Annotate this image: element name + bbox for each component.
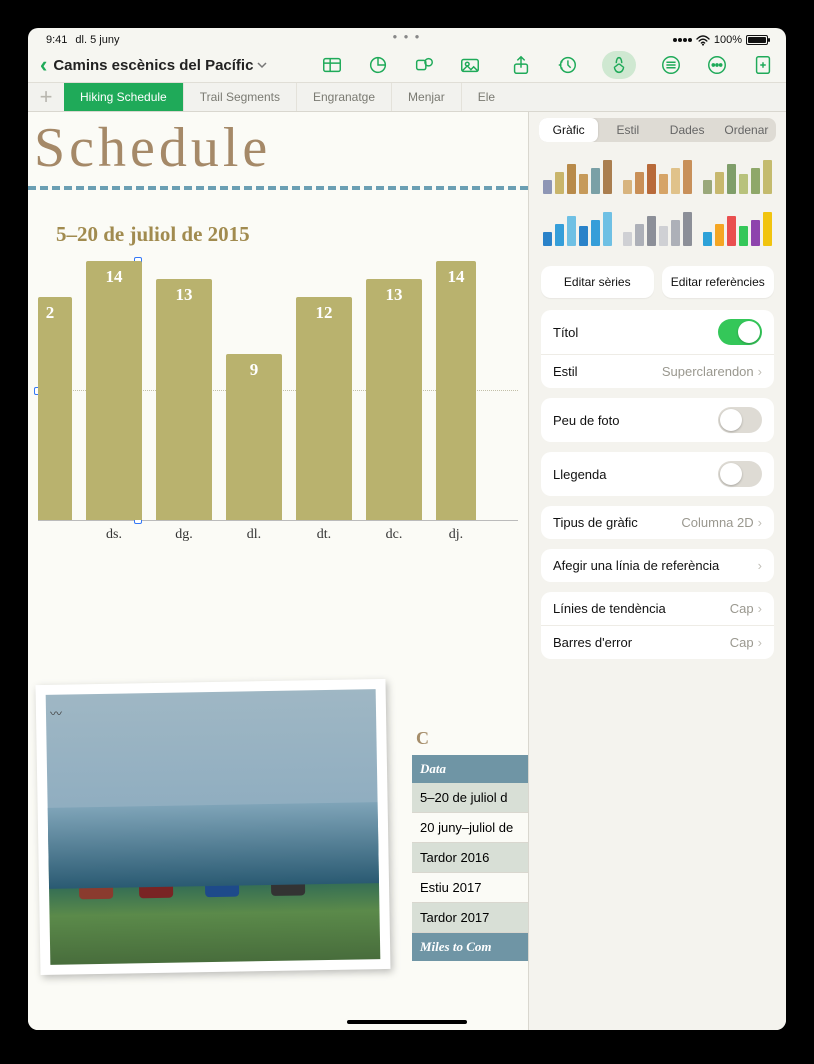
chart-title: 5–20 de juliol de 2015 xyxy=(38,214,518,261)
chart-style-option[interactable] xyxy=(621,156,693,200)
chevron-right-icon: › xyxy=(758,515,762,530)
table-row[interactable]: Tardor 2016 xyxy=(412,843,528,873)
new-sheet-icon[interactable] xyxy=(752,54,774,76)
chevron-right-icon: › xyxy=(758,364,762,379)
trendlines-row[interactable]: Línies de tendència Cap› xyxy=(541,592,774,625)
chart-type-row[interactable]: Tipus de gràfic Columna 2D› xyxy=(541,506,774,539)
seg-dades[interactable]: Dades xyxy=(658,118,717,142)
insert-shape-icon[interactable] xyxy=(413,54,435,76)
chevron-down-icon xyxy=(257,60,267,70)
seg-estil[interactable]: Estil xyxy=(598,118,657,142)
table-footer: Miles to Com xyxy=(412,933,528,961)
table-row[interactable]: 20 juny–juliol de xyxy=(412,813,528,843)
bar: 9 xyxy=(226,354,282,520)
format-brush-button[interactable] xyxy=(602,51,636,79)
chevron-right-icon: › xyxy=(758,635,762,650)
divider xyxy=(28,186,528,190)
bar: 14 xyxy=(436,261,476,520)
multitask-grabber[interactable]: ● ● ● xyxy=(28,32,786,41)
bar: 12 xyxy=(296,297,352,520)
document-title[interactable]: Camins escènics del Pacífic xyxy=(53,57,267,74)
chart-style-option[interactable] xyxy=(702,208,774,252)
toolbar: ‹ Camins escènics del Pacífic xyxy=(28,48,786,82)
panel-segmented-control[interactable]: Gràfic Estil Dades Ordenar xyxy=(539,118,776,142)
photo-image: 〰 xyxy=(46,689,381,965)
chart-style-option[interactable] xyxy=(621,208,693,252)
title-row: Títol xyxy=(541,310,774,354)
sheet-tab-hiking[interactable]: Hiking Schedule xyxy=(64,83,184,111)
bar: 14 xyxy=(86,261,142,520)
title-toggle[interactable] xyxy=(718,319,762,345)
chart-style-option[interactable] xyxy=(702,156,774,200)
insert-chart-icon[interactable] xyxy=(367,54,389,76)
table-column-header: Data xyxy=(412,755,528,783)
chart[interactable]: 5–20 de juliol de 2015 2 14 13 9 12 13 1… xyxy=(28,214,528,543)
insert-media-icon[interactable] xyxy=(459,54,481,76)
photo-object[interactable]: 〰 xyxy=(35,679,390,975)
chart-style-grid xyxy=(529,152,786,260)
error-bars-row[interactable]: Barres d'error Cap› xyxy=(541,625,774,659)
chevron-right-icon: › xyxy=(758,558,762,573)
page-title: Schedule xyxy=(28,112,528,180)
bird-icon: 〰 xyxy=(50,705,62,722)
chart-x-axis: ds. dg. dl. dt. dc. dj. xyxy=(38,521,518,543)
sheet-tab-ele[interactable]: Ele xyxy=(462,83,511,111)
chart-bars: 2 14 13 9 12 13 14 xyxy=(38,261,518,521)
sheet-tab-engranatge[interactable]: Engranatge xyxy=(297,83,392,111)
format-panel: Gràfic Estil Dades Ordenar Editar sèries… xyxy=(528,112,786,1030)
table-heading: C xyxy=(412,728,528,755)
seg-ordenar[interactable]: Ordenar xyxy=(717,118,776,142)
more-icon[interactable] xyxy=(706,54,728,76)
table-row[interactable]: Tardor 2017 xyxy=(412,903,528,933)
bar: 13 xyxy=(156,279,212,520)
title-style-row[interactable]: Estil Superclarendon› xyxy=(541,354,774,388)
data-table[interactable]: C Data 5–20 de juliol d 20 juny–juliol d… xyxy=(412,728,528,961)
add-sheet-button[interactable]: + xyxy=(28,83,64,111)
sheet-tabs: + Hiking Schedule Trail Segments Engrana… xyxy=(28,82,786,112)
back-button[interactable]: ‹ xyxy=(40,52,47,78)
bar: 2 xyxy=(38,297,72,520)
sheet-tab-menjar[interactable]: Menjar xyxy=(392,83,462,111)
edit-references-button[interactable]: Editar referències xyxy=(662,266,775,298)
home-indicator[interactable] xyxy=(347,1020,467,1024)
sheet-tab-segments[interactable]: Trail Segments xyxy=(184,83,297,111)
insert-table-icon[interactable] xyxy=(321,54,343,76)
history-icon[interactable] xyxy=(556,54,578,76)
share-icon[interactable] xyxy=(510,54,532,76)
organize-icon[interactable] xyxy=(660,54,682,76)
table-row[interactable]: 5–20 de juliol d xyxy=(412,783,528,813)
edit-series-button[interactable]: Editar sèries xyxy=(541,266,654,298)
chart-style-option[interactable] xyxy=(541,156,613,200)
seg-grafic[interactable]: Gràfic xyxy=(539,118,598,142)
canvas-area[interactable]: Schedule 5–20 de juliol de 2015 2 14 13 … xyxy=(28,112,528,1030)
chevron-right-icon: › xyxy=(758,601,762,616)
chart-style-option[interactable] xyxy=(541,208,613,252)
add-reference-line-row[interactable]: Afegir una línia de referència › xyxy=(541,549,774,582)
legend-toggle[interactable] xyxy=(718,461,762,487)
caption-row: Peu de foto xyxy=(541,398,774,442)
caption-toggle[interactable] xyxy=(718,407,762,433)
battery-icon xyxy=(746,35,768,45)
table-row[interactable]: Estiu 2017 xyxy=(412,873,528,903)
legend-row: Llegenda xyxy=(541,452,774,496)
bar: 13 xyxy=(366,279,422,520)
